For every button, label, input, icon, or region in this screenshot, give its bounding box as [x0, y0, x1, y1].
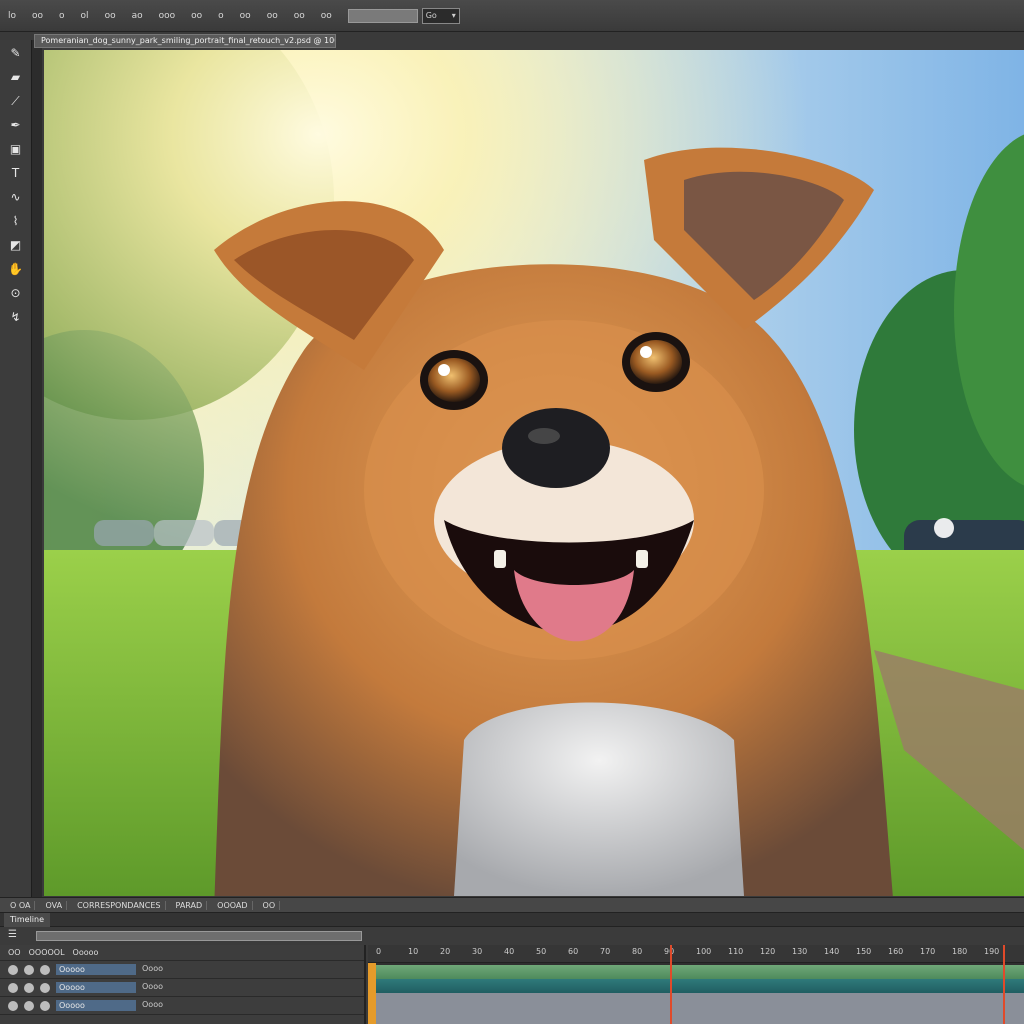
end-marker[interactable]: [1003, 945, 1005, 1024]
menubar: lo oo o ol oo ao ooo oo o oo oo oo oo Go ▾: [0, 0, 1024, 32]
tab-timeline[interactable]: Timeline: [4, 913, 51, 927]
dropper-icon[interactable]: ⌇: [7, 212, 25, 230]
layer-row[interactable]: Ooooo Oooo: [0, 979, 364, 997]
ruler-tick: 130: [792, 947, 808, 956]
chevron-down-icon: ▾: [451, 11, 456, 20]
layer-header-col-0: OO: [8, 948, 21, 957]
layer-header-col-1: OOOOOL: [28, 948, 65, 957]
timeline-search-input[interactable]: [36, 931, 362, 941]
brush-icon[interactable]: ⟋: [7, 92, 25, 110]
ruler-tick: 170: [920, 947, 936, 956]
layer-name[interactable]: Ooooo: [56, 964, 136, 975]
layer-header-col-2: Ooooo: [72, 948, 99, 957]
layer-extra: Oooo: [142, 982, 163, 991]
ruler-tick: 30: [472, 947, 483, 956]
pencil-icon[interactable]: ✎: [7, 44, 25, 62]
solo-icon[interactable]: [40, 1000, 50, 1011]
menu-search-field[interactable]: [347, 8, 418, 23]
canvas[interactable]: [44, 50, 1024, 896]
ruler-tick: 50: [536, 947, 547, 956]
stamp-icon[interactable]: ▣: [7, 140, 25, 158]
pen-icon[interactable]: ✒: [7, 116, 25, 134]
status-cell-3: PARAD: [172, 900, 208, 910]
bucket-icon[interactable]: ◩: [7, 236, 25, 254]
menu-item-4[interactable]: oo: [99, 8, 122, 24]
lock-icon[interactable]: [24, 964, 34, 975]
timeline-track[interactable]: 0102030405060708090100110120130140150160…: [368, 945, 1024, 1024]
status-cell-0: O OA: [6, 900, 36, 910]
eraser-icon[interactable]: ▰: [7, 68, 25, 86]
ruler-tick: 150: [856, 947, 872, 956]
ruler-tick: 40: [504, 947, 515, 956]
menu-item-1[interactable]: oo: [26, 8, 49, 24]
lock-icon[interactable]: [24, 982, 34, 993]
eye-icon[interactable]: [8, 982, 18, 993]
layer-name[interactable]: Ooooo: [56, 1000, 136, 1011]
timeline-header: Timeline: [0, 913, 1024, 927]
layer-extra: Oooo: [142, 964, 163, 973]
status-cell-1: OVA: [41, 900, 68, 910]
menu-dropdown-label: Go: [425, 11, 437, 20]
menu-item-0[interactable]: lo: [2, 8, 22, 24]
status-cell-2: CORRESPONDANCES: [73, 900, 166, 910]
ruler-tick: 160: [888, 947, 904, 956]
layer-row[interactable]: Ooooo Oooo: [0, 997, 364, 1015]
canvas-image: [44, 50, 1024, 896]
menu-item-12[interactable]: oo: [315, 8, 338, 24]
ruler-tick: 20: [440, 947, 451, 956]
solo-icon[interactable]: [40, 964, 50, 975]
work-area-start-handle[interactable]: [368, 963, 376, 1024]
ruler-tick: 80: [632, 947, 643, 956]
menu-item-7[interactable]: oo: [185, 8, 208, 24]
ruler-tick: 190: [984, 947, 1000, 956]
lasso-icon[interactable]: ↯: [7, 308, 25, 326]
timeline-menu-icon[interactable]: ☰: [8, 929, 17, 940]
menu-item-6[interactable]: ooo: [153, 8, 182, 24]
track-teal-clip[interactable]: [376, 979, 1024, 993]
status-bar: O OA OVA CORRESPONDANCES PARAD OOOAD OO: [0, 897, 1024, 913]
menu-item-2[interactable]: o: [53, 8, 71, 24]
tool-panel: ✎ ▰ ⟋ ✒ ▣ T ∿ ⌇ ◩ ✋ ⊙ ↯: [0, 40, 32, 900]
ruler-tick: 0: [376, 947, 382, 956]
menu-item-10[interactable]: oo: [261, 8, 284, 24]
menu-item-8[interactable]: o: [212, 8, 230, 24]
status-cell-4: OOOAD: [213, 900, 253, 910]
eye-icon[interactable]: [8, 1000, 18, 1011]
ruler-tick: 70: [600, 947, 611, 956]
status-cell-5: OO: [259, 900, 281, 910]
menu-item-3[interactable]: ol: [75, 8, 95, 24]
menu-item-5[interactable]: ao: [126, 8, 149, 24]
menu-item-9[interactable]: oo: [234, 8, 257, 24]
menu-item-11[interactable]: oo: [288, 8, 311, 24]
ruler-tick: 180: [952, 947, 968, 956]
layer-row[interactable]: Ooooo Oooo: [0, 961, 364, 979]
time-ruler[interactable]: 0102030405060708090100110120130140150160…: [368, 945, 1024, 963]
solo-icon[interactable]: [40, 982, 50, 993]
ruler-tick: 140: [824, 947, 840, 956]
ruler-tick: 100: [696, 947, 712, 956]
eye-icon[interactable]: [8, 964, 18, 975]
layer-extra: Oooo: [142, 1000, 163, 1009]
playhead[interactable]: [669, 945, 672, 1024]
ruler-tick: 110: [728, 947, 744, 956]
track-grey-clip[interactable]: [376, 993, 1024, 1024]
ruler-tick: 120: [760, 947, 776, 956]
hand-icon[interactable]: ✋: [7, 260, 25, 278]
ruler-tick: 10: [408, 947, 419, 956]
document-tab[interactable]: Pomeranian_dog_sunny_park_smiling_portra…: [34, 34, 336, 48]
layer-list: OO OOOOOL Ooooo Ooooo Oooo Ooooo Oooo Ooooo Ooo…: [0, 945, 366, 1024]
ruler-tick: 60: [568, 947, 579, 956]
layer-name[interactable]: Ooooo: [56, 982, 136, 993]
lock-icon[interactable]: [24, 1000, 34, 1011]
track-green-clip[interactable]: [376, 965, 1024, 979]
layer-list-header: OO OOOOOL Ooooo: [0, 945, 364, 961]
text-icon[interactable]: T: [7, 164, 25, 182]
smudge-icon[interactable]: ∿: [7, 188, 25, 206]
menu-dropdown[interactable]: Go ▾: [421, 7, 460, 24]
timeline-panel: Timeline ☰ OO OOOOOL Ooooo Ooooo Oooo Ooooo O…: [0, 913, 1024, 1024]
zoom-icon[interactable]: ⊙: [7, 284, 25, 302]
tool-panel-edge: [32, 40, 42, 900]
